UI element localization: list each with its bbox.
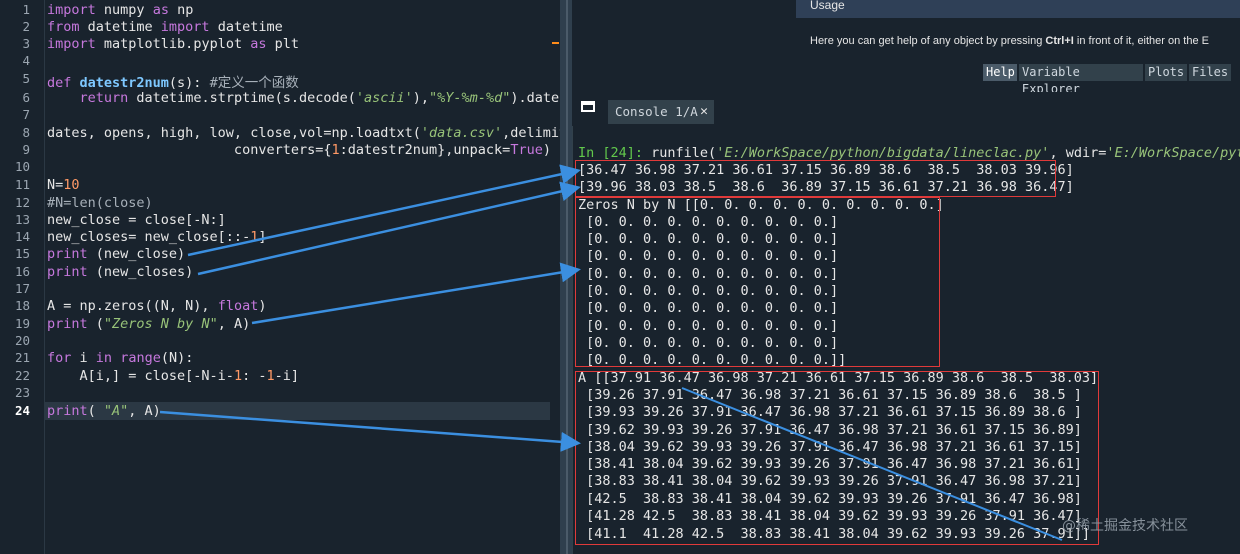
arrow-print-new-closes [197,181,581,276]
diagonal-marker [681,387,1063,541]
annotation-arrows [159,164,1063,541]
arrow-print-zeros [251,262,581,325]
watermark: @稀土掘金技术社区 [1062,518,1188,534]
arrow-print-new-close [187,164,581,257]
arrow-print-a [159,410,581,452]
